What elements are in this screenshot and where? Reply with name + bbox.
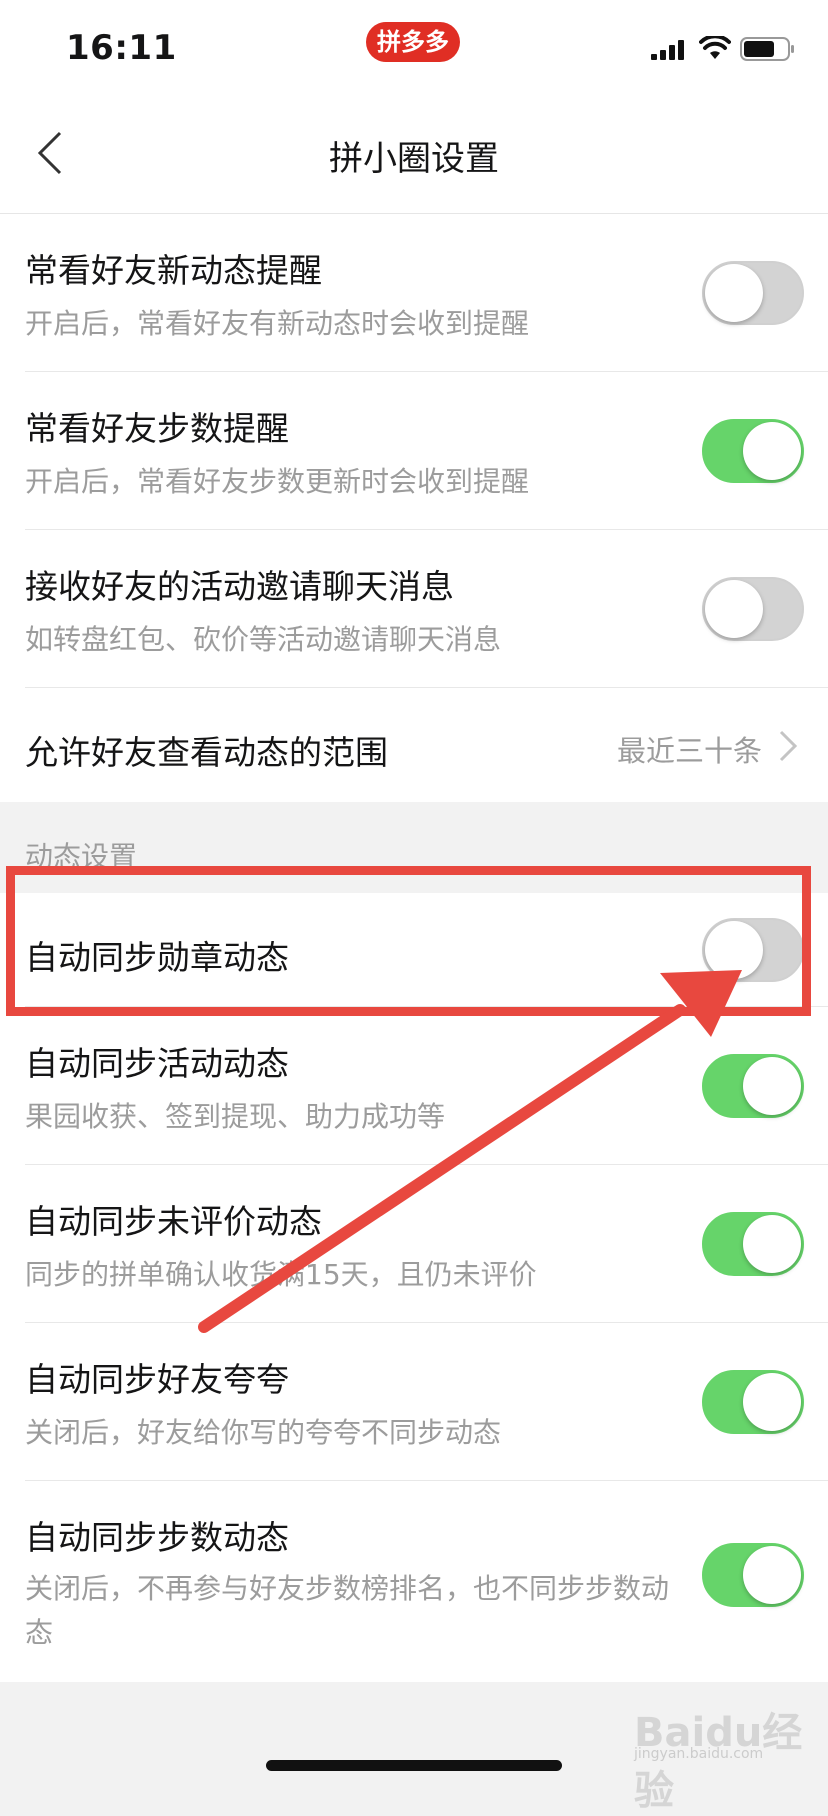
toggle-knob xyxy=(743,1546,801,1604)
setting-description: 关闭后，不再参与好友步数榜排名，也不同步步数动态 xyxy=(25,1572,670,1649)
setting-row-sync-praise: 自动同步好友夸夸 关闭后，好友给你写的夸夸不同步动态 xyxy=(0,1323,828,1481)
setting-title: 自动同步好友夸夸 xyxy=(25,1360,289,1399)
setting-description: 如转盘红包、砍价等活动邀请聊天消息 xyxy=(25,623,502,656)
toggle-knob xyxy=(705,580,763,638)
setting-row-view-range[interactable]: 允许好友查看动态的范围 最近三十条 xyxy=(0,688,828,802)
cellular-signal-icon xyxy=(651,40,684,60)
setting-row-friend-steps-reminder: 常看好友步数提醒 开启后，常看好友步数更新时会收到提醒 xyxy=(0,372,828,530)
toggle-knob xyxy=(743,422,801,480)
friend-steps-reminder-toggle[interactable] xyxy=(702,419,804,483)
setting-description: 开启后，常看好友步数更新时会收到提醒 xyxy=(25,465,530,498)
view-range-value: 最近三十条 xyxy=(616,734,762,768)
setting-description: 同步的拼单确认收货满15天，且仍未评价 xyxy=(25,1258,537,1291)
setting-row-friend-post-reminder: 常看好友新动态提醒 开启后，常看好友有新动态时会收到提醒 xyxy=(0,214,828,372)
annotation-highlight-box xyxy=(6,866,811,1016)
page-title: 拼小圈设置 xyxy=(329,139,499,179)
setting-row-sync-steps: 自动同步步数动态 关闭后，不再参与好友步数榜排名，也不同步步数动态 xyxy=(0,1481,828,1682)
chevron-right-icon xyxy=(779,730,798,762)
toggle-knob xyxy=(743,1373,801,1431)
nav-bar: 拼小圈设置 xyxy=(0,95,828,214)
setting-title: 自动同步活动动态 xyxy=(25,1044,289,1083)
setting-description: 关闭后，好友给你写的夸夸不同步动态 xyxy=(25,1416,502,1449)
setting-title: 常看好友新动态提醒 xyxy=(25,251,322,290)
app-badge: 拼多多 xyxy=(366,22,460,62)
setting-row-sync-activity: 自动同步活动动态 果园收获、签到提现、助力成功等 xyxy=(0,1007,828,1165)
toggle-knob xyxy=(743,1057,801,1115)
sync-unreviewed-toggle[interactable] xyxy=(702,1212,804,1276)
activity-invite-messages-toggle[interactable] xyxy=(702,577,804,641)
setting-title: 允许好友查看动态的范围 xyxy=(25,733,388,772)
status-time: 16:11 xyxy=(66,28,177,68)
toggle-knob xyxy=(705,264,763,322)
battery-icon xyxy=(740,37,794,61)
friend-post-reminder-toggle[interactable] xyxy=(702,261,804,325)
setting-description: 开启后，常看好友有新动态时会收到提醒 xyxy=(25,307,530,340)
wifi-icon xyxy=(699,36,731,59)
home-indicator xyxy=(266,1760,562,1771)
baidu-watermark-url: jingyan.baidu.com xyxy=(634,1746,764,1762)
sync-steps-toggle[interactable] xyxy=(702,1543,804,1607)
status-bar: 16:11 拼多多 xyxy=(0,0,828,95)
setting-description: 果园收获、签到提现、助力成功等 xyxy=(25,1100,446,1133)
notification-settings-section: 常看好友新动态提醒 开启后，常看好友有新动态时会收到提醒 常看好友步数提醒 开启… xyxy=(0,214,828,802)
setting-title: 常看好友步数提醒 xyxy=(25,409,289,448)
setting-title: 自动同步步数动态 xyxy=(25,1518,289,1557)
sync-praise-toggle[interactable] xyxy=(702,1370,804,1434)
setting-row-activity-invite-messages: 接收好友的活动邀请聊天消息 如转盘红包、砍价等活动邀请聊天消息 xyxy=(0,530,828,688)
sync-activity-toggle[interactable] xyxy=(702,1054,804,1118)
setting-title: 自动同步未评价动态 xyxy=(25,1202,322,1241)
setting-row-sync-unreviewed: 自动同步未评价动态 同步的拼单确认收货满15天，且仍未评价 xyxy=(0,1165,828,1323)
setting-title: 接收好友的活动邀请聊天消息 xyxy=(25,567,454,606)
toggle-knob xyxy=(743,1215,801,1273)
